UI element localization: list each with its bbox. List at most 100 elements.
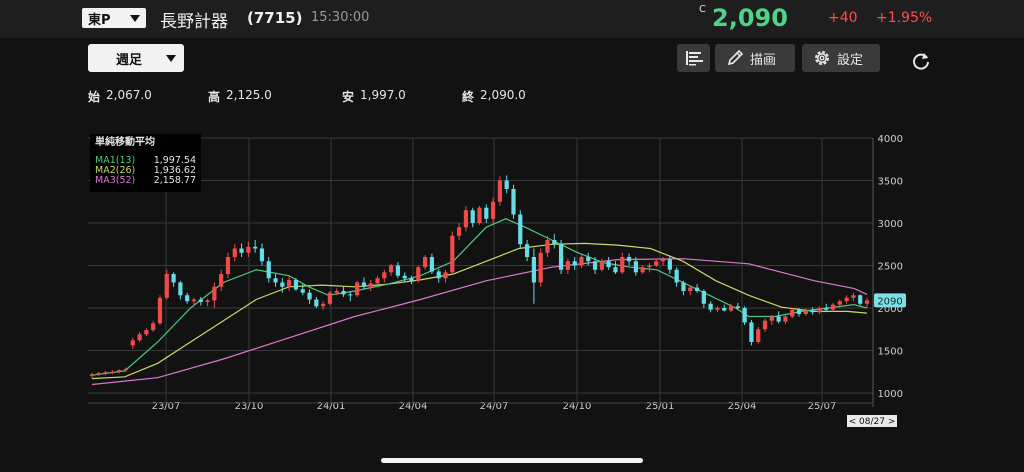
candle-body xyxy=(742,308,747,323)
candle-body xyxy=(219,274,224,287)
candle-body xyxy=(511,189,516,215)
refresh-icon[interactable] xyxy=(910,50,932,72)
candle-body xyxy=(327,292,333,304)
candle-body xyxy=(409,278,414,281)
draw-button[interactable]: 描画 xyxy=(715,44,795,72)
candle-body xyxy=(205,300,210,303)
candle-body xyxy=(266,261,271,279)
candle-body xyxy=(531,257,536,283)
candle-body xyxy=(803,310,808,314)
legend-name: MA3(52) xyxy=(95,175,135,186)
price-change-pct: +1.95% xyxy=(876,10,933,26)
y-tick-label: 2500 xyxy=(878,262,903,273)
open-value: 2,067.0 xyxy=(106,88,152,102)
close-value: 2,090.0 xyxy=(480,88,526,102)
candle-body xyxy=(851,295,856,298)
candle-body xyxy=(660,259,666,262)
ma2-line xyxy=(91,242,868,380)
candle-body xyxy=(504,180,509,189)
candle-body xyxy=(246,246,251,253)
candle-body xyxy=(307,292,312,300)
candle-body xyxy=(89,374,95,376)
candle-body xyxy=(259,248,265,262)
candle-body xyxy=(640,267,645,273)
candle-body xyxy=(606,261,611,268)
candle-body xyxy=(450,235,455,273)
candle-body xyxy=(681,282,686,291)
candle-body xyxy=(545,240,550,253)
y-tick-label: 3000 xyxy=(878,219,903,230)
candle-body xyxy=(810,310,815,313)
period-label: 週足 xyxy=(116,52,143,68)
candle-body xyxy=(191,299,197,302)
close-mark: C xyxy=(699,4,706,15)
candle-body xyxy=(844,297,849,302)
gear-icon xyxy=(815,51,829,65)
candle-body xyxy=(137,334,142,341)
candle-body xyxy=(817,308,822,313)
indicator-menu-button[interactable] xyxy=(677,44,710,72)
stock-name: 長野計器 xyxy=(160,12,228,32)
candle-body xyxy=(735,306,740,308)
candle-body xyxy=(688,287,693,291)
candle-body xyxy=(239,248,244,253)
candle-body xyxy=(694,287,700,291)
candle-body xyxy=(171,274,176,283)
candle-body xyxy=(463,210,469,228)
candle-body xyxy=(341,291,346,295)
candle-body xyxy=(273,278,278,283)
price-change: +40 xyxy=(828,10,858,26)
candle-body xyxy=(368,283,373,287)
candle-body xyxy=(633,261,638,273)
candle-body xyxy=(599,261,604,270)
ohlc-open: 始 2,067.0 xyxy=(88,88,152,105)
home-indicator xyxy=(381,458,643,463)
candle-body xyxy=(416,267,421,281)
stock-code: (7715) xyxy=(247,9,303,27)
candle-body xyxy=(864,300,870,304)
current-price: 2,090 xyxy=(712,4,788,32)
candle-body xyxy=(287,279,292,287)
settings-button[interactable]: 設定 xyxy=(802,44,880,72)
chevron-down-icon xyxy=(130,15,140,22)
candle-body xyxy=(96,373,101,375)
period-selector[interactable]: 週足 xyxy=(88,44,184,72)
ohlc-close: 終 2,090.0 xyxy=(462,88,526,105)
top-bar xyxy=(0,0,1024,38)
candle-body xyxy=(586,257,591,262)
candle-body xyxy=(361,282,367,287)
candle-body xyxy=(456,227,462,236)
candle-body xyxy=(123,368,129,371)
candle-body xyxy=(674,269,679,283)
candle-body xyxy=(436,271,441,279)
pencil-icon xyxy=(727,49,744,66)
y-tick-label: 4000 xyxy=(878,134,903,145)
candle-body xyxy=(314,299,319,307)
candle-body xyxy=(728,306,734,311)
market-selector[interactable]: 東P xyxy=(82,8,146,28)
candle-body xyxy=(749,322,754,342)
candle-body xyxy=(151,323,156,331)
candle-body xyxy=(382,272,387,279)
settings-label: 設定 xyxy=(837,52,864,68)
legend-title: 単純移動平均 xyxy=(95,135,155,148)
candlestick-chart[interactable]: 100015002000250030003500400023/07 23/10 24… xyxy=(0,128,1024,433)
candle-body xyxy=(423,257,428,268)
ma1-line xyxy=(91,218,868,376)
candle-body xyxy=(592,261,598,270)
chevron-down-icon xyxy=(166,55,176,62)
candle-body xyxy=(715,308,720,310)
candle-body xyxy=(212,286,217,301)
candle-body xyxy=(667,259,672,270)
candle-body xyxy=(293,279,299,290)
candle-body xyxy=(626,257,632,262)
candle-body xyxy=(395,265,401,276)
candle-body xyxy=(552,240,557,245)
candle-body xyxy=(762,320,768,330)
candle-body xyxy=(110,371,115,373)
high-label: 高 xyxy=(208,90,221,104)
candle-body xyxy=(232,248,237,257)
candle-body xyxy=(144,330,149,335)
candle-body xyxy=(579,257,584,266)
candle-body xyxy=(389,265,394,273)
